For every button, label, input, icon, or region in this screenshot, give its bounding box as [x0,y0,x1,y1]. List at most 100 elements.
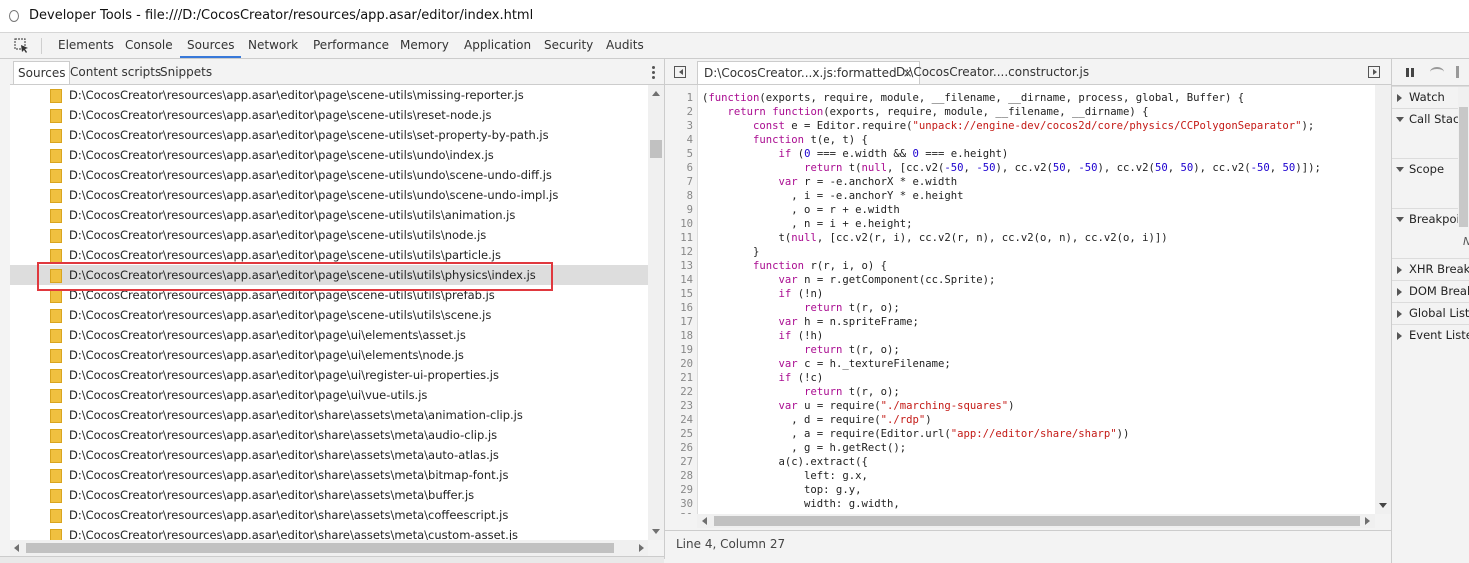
step-over-icon[interactable] [1430,67,1444,77]
line-number[interactable]: 11 [665,231,693,245]
line-number[interactable]: 3 [665,119,693,133]
tab-application[interactable]: Application [464,33,531,58]
file-tree-item[interactable]: D:\CocosCreator\resources\app.asar\edito… [10,445,648,465]
tab-memory[interactable]: Memory [400,33,449,58]
scroll-thumb[interactable] [26,543,614,553]
file-tree-item[interactable]: D:\CocosCreator\resources\app.asar\edito… [10,425,648,445]
line-number[interactable]: 17 [665,315,693,329]
pause-icon[interactable] [1406,68,1414,77]
file-tree-item[interactable]: D:\CocosCreator\resources\app.asar\edito… [10,485,648,505]
section-xhr-breakpoints[interactable]: XHR Breakpoints [1392,258,1469,279]
scroll-thumb[interactable] [714,516,1360,526]
line-number[interactable]: 1 [665,91,693,105]
debugger-scrollbar[interactable] [1458,87,1469,227]
file-tree-item[interactable]: D:\CocosCreator\resources\app.asar\edito… [10,365,648,385]
line-number[interactable]: 8 [665,189,693,203]
line-number[interactable]: 25 [665,427,693,441]
step-into-icon[interactable] [1456,66,1459,78]
file-tree-item[interactable]: D:\CocosCreator\resources\app.asar\edito… [10,185,648,205]
file-tree-item[interactable]: D:\CocosCreator\resources\app.asar\edito… [10,405,648,425]
file-tree-item[interactable]: D:\CocosCreator\resources\app.asar\edito… [10,465,648,485]
line-number[interactable]: 29 [665,483,693,497]
section-event-listeners[interactable]: Event Listeners [1392,324,1469,345]
line-number[interactable]: 16 [665,301,693,315]
line-number[interactable]: 19 [665,343,693,357]
scroll-thumb[interactable] [1459,107,1468,227]
toggle-debugger-icon[interactable] [1368,66,1380,78]
code-vertical-scrollbar[interactable] [1375,85,1391,514]
file-tree-item[interactable]: D:\CocosCreator\resources\app.asar\edito… [10,85,648,105]
file-path-label: D:\CocosCreator\resources\app.asar\edito… [69,448,499,462]
file-tree-item[interactable]: D:\CocosCreator\resources\app.asar\edito… [10,525,648,540]
file-tree-item[interactable]: D:\CocosCreator\resources\app.asar\edito… [10,505,648,525]
subtab-sources[interactable]: Sources [13,61,71,84]
scroll-down-arrow-icon[interactable] [652,529,660,534]
file-tree-item[interactable]: D:\CocosCreator\resources\app.asar\edito… [10,285,648,305]
file-tree-item[interactable]: D:\CocosCreator\resources\app.asar\edito… [10,225,648,245]
tab-performance[interactable]: Performance [313,33,389,58]
subtab-snippets[interactable]: Snippets [160,61,212,84]
scroll-thumb[interactable] [650,140,662,158]
scroll-right-arrow-icon[interactable] [1365,517,1370,525]
line-number[interactable]: 27 [665,455,693,469]
line-number[interactable]: 9 [665,203,693,217]
line-number[interactable]: 7 [665,175,693,189]
line-number[interactable]: 13 [665,259,693,273]
editor-tab-formatted[interactable]: D:\CocosCreator...x.js:formatted × [697,61,920,84]
code-text: t(null, [cc.v2(r, i), cc.v2(r, n), cc.v2… [702,232,1168,244]
scroll-up-arrow-icon[interactable] [652,91,660,96]
toggle-navigator-icon[interactable] [674,66,686,78]
line-number[interactable]: 24 [665,413,693,427]
code-editor[interactable]: 1 (function(exports, require, module, __f… [665,85,1375,514]
scroll-right-arrow-icon[interactable] [639,544,644,552]
line-number[interactable]: 23 [665,399,693,413]
tab-network[interactable]: Network [248,33,298,58]
file-icon [50,509,62,523]
section-global-listeners[interactable]: Global Listeners [1392,302,1469,323]
line-number[interactable]: 5 [665,147,693,161]
line-number[interactable]: 10 [665,217,693,231]
scroll-down-arrow-icon[interactable] [1379,503,1387,508]
tab-security[interactable]: Security [544,33,593,58]
tab-audits[interactable]: Audits [606,33,644,58]
file-tree-item[interactable]: D:\CocosCreator\resources\app.asar\edito… [10,245,648,265]
line-number[interactable]: 31 [665,511,693,514]
file-tree-item[interactable]: D:\CocosCreator\resources\app.asar\edito… [10,165,648,185]
line-number[interactable]: 30 [665,497,693,511]
file-tree-item[interactable]: D:\CocosCreator\resources\app.asar\edito… [10,325,648,345]
file-tree-item[interactable]: D:\CocosCreator\resources\app.asar\edito… [10,265,648,285]
tab-elements[interactable]: Elements [58,33,114,58]
file-tree-item[interactable]: D:\CocosCreator\resources\app.asar\edito… [10,305,648,325]
subtab-content-scripts[interactable]: Content scripts [70,61,161,84]
code-horizontal-scrollbar[interactable] [697,514,1375,528]
line-number[interactable]: 12 [665,245,693,259]
file-tree-item[interactable]: D:\CocosCreator\resources\app.asar\edito… [10,345,648,365]
line-number[interactable]: 2 [665,105,693,119]
line-number[interactable]: 22 [665,385,693,399]
file-tree-item[interactable]: D:\CocosCreator\resources\app.asar\edito… [10,105,648,125]
file-tree-item[interactable]: D:\CocosCreator\resources\app.asar\edito… [10,125,648,145]
file-tree-horizontal-scrollbar[interactable] [10,540,648,556]
line-number[interactable]: 26 [665,441,693,455]
tab-sources[interactable]: Sources [180,33,242,58]
inspect-element-icon[interactable] [14,38,30,54]
line-number[interactable]: 14 [665,273,693,287]
file-tree-item[interactable]: D:\CocosCreator\resources\app.asar\edito… [10,385,648,405]
scroll-left-arrow-icon[interactable] [14,544,19,552]
file-tree-vertical-scrollbar[interactable] [648,85,664,540]
line-number[interactable]: 6 [665,161,693,175]
more-options-icon[interactable] [652,66,656,80]
editor-tab-constructor[interactable]: D:\CocosCreator....constructor.js [896,61,1089,84]
line-number[interactable]: 20 [665,357,693,371]
line-number[interactable]: 18 [665,329,693,343]
file-tree-item[interactable]: D:\CocosCreator\resources\app.asar\edito… [10,145,648,165]
line-number[interactable]: 28 [665,469,693,483]
tab-console[interactable]: Console [125,33,173,58]
line-number[interactable]: 21 [665,371,693,385]
scroll-left-arrow-icon[interactable] [702,517,707,525]
line-number[interactable]: 15 [665,287,693,301]
line-number[interactable]: 4 [665,133,693,147]
section-dom-breakpoints[interactable]: DOM Breakpoints [1392,280,1469,301]
expand-arrow-icon [1397,332,1402,340]
file-tree-item[interactable]: D:\CocosCreator\resources\app.asar\edito… [10,205,648,225]
